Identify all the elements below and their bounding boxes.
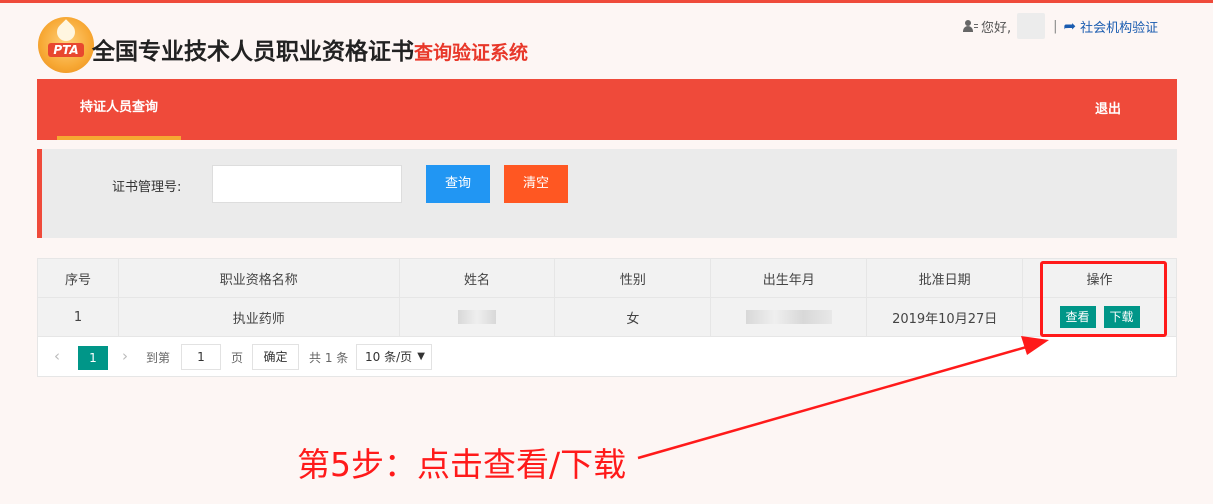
annotation-text: 第5步：点击查看/下载 — [297, 445, 627, 484]
annotation-arrow — [637, 336, 1049, 460]
